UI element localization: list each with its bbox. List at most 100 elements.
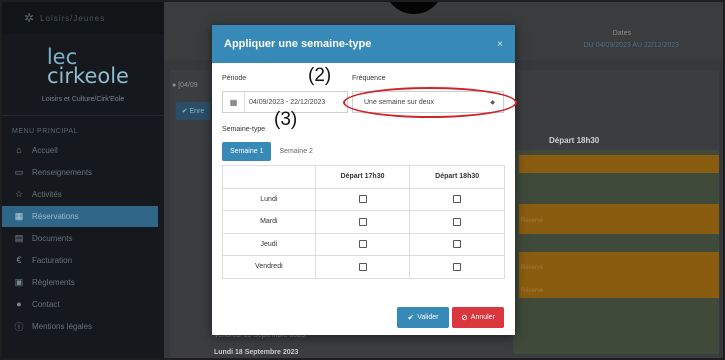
decorative-circle <box>384 2 444 14</box>
reserved-band: Réservé Réservé <box>519 252 719 298</box>
save-button[interactable]: ✔ Enre <box>176 102 210 120</box>
cell <box>409 232 505 256</box>
payment-icon: ▣ <box>14 276 24 287</box>
cell <box>409 187 505 211</box>
folder-icon: ▭ <box>14 166 24 177</box>
cancel-button[interactable]: ⊘ Annuler <box>452 307 504 328</box>
day-label: Lundi 18 Septembre 2023 <box>214 349 299 356</box>
check-icon: ✔ <box>181 108 188 115</box>
period-input[interactable] <box>245 98 345 106</box>
info-icon: ● <box>172 82 177 89</box>
checkbox-vendredi-17h30[interactable] <box>358 262 367 271</box>
annotation-ellipse <box>343 87 517 118</box>
reserved-label: Réservé <box>521 218 544 224</box>
sidebar-top-bar: ✲ Loisirs/Jeunes <box>2 2 164 34</box>
sidebar-item-label: Contact <box>32 299 60 309</box>
reserved-band: Réservé <box>519 204 719 234</box>
modal-title: Appliquer une semaine-type <box>224 38 372 50</box>
frequency-label: Fréquence <box>352 75 386 82</box>
sidebar-item-label: Réservations <box>32 211 79 221</box>
row-day-label: Mardi <box>222 210 316 234</box>
reserved-label: Réservé <box>521 288 544 294</box>
week-tabs: Semaine 1 Semaine 2 <box>222 142 321 161</box>
menu-title: MENU PRINCIPAL <box>12 127 78 135</box>
cell <box>314 232 411 256</box>
cell <box>314 187 411 211</box>
close-icon[interactable]: × <box>497 39 503 50</box>
sidebar-top-label: Loisirs/Jeunes <box>40 13 106 23</box>
modal-header: Appliquer une semaine-type × <box>212 25 515 63</box>
row-day-label: Vendredi <box>222 255 316 279</box>
sidebar-item-renseignements[interactable]: ▭ Renseignements <box>2 162 158 183</box>
sidebar-item-label: Facturation <box>32 255 73 265</box>
sidebar-item-mentions-legales[interactable]: ⓘ Mentions légales <box>2 316 158 337</box>
sidebar-item-label: Activités <box>32 189 62 199</box>
table-row: Mardi <box>222 210 505 234</box>
table-row: Jeudi <box>222 232 505 256</box>
checkbox-lundi-18h30[interactable] <box>453 195 462 204</box>
document-icon: ▤ <box>14 232 24 243</box>
sidebar-item-documents[interactable]: ▤ Documents <box>2 228 158 249</box>
column-header-depart-18h30: Départ 18h30 <box>549 136 600 145</box>
sidebar-item-label: Accueil <box>32 145 58 155</box>
table-header-row: Départ 17h30 Départ 18h30 <box>222 165 505 189</box>
dates-value: DU 04/09/2023 AU 22/12/2023 <box>583 42 679 49</box>
sidebar-item-label: Documents <box>32 233 73 243</box>
sidebar-item-facturation[interactable]: € Facturation <box>2 250 158 271</box>
reserved-band <box>519 155 719 173</box>
info-icon: ⓘ <box>14 321 24 332</box>
period-info-value: [04/09 <box>178 82 198 89</box>
annotation-label-2: (2) <box>308 65 332 86</box>
logo[interactable]: lec cirkeole <box>2 47 164 88</box>
week-type-label: Semaine-type <box>222 126 266 133</box>
save-button-label: Enre <box>189 107 205 115</box>
sidebar-item-accueil[interactable]: ⌂ Accueil <box>2 140 158 161</box>
annotation-label-3: (3) <box>274 109 298 130</box>
column-header: Départ 17h30 <box>314 165 411 189</box>
cell <box>314 255 411 279</box>
cell <box>314 210 411 234</box>
row-day-label: Lundi <box>222 187 316 211</box>
sidebar-item-reservations[interactable]: ▦ Réservations <box>2 205 158 227</box>
table-row: Vendredi <box>222 255 505 279</box>
sidebar-item-label: Règlements <box>32 277 75 287</box>
sidebar-item-activites[interactable]: ☆ Activités <box>2 184 158 205</box>
period-label: Période <box>222 75 247 82</box>
check-icon: ✔ <box>407 313 415 322</box>
tab-semaine-1[interactable]: Semaine 1 <box>222 142 272 161</box>
cell <box>409 210 505 234</box>
table-header-empty <box>222 165 316 189</box>
sidebar-item-reglements[interactable]: ▣ Règlements <box>2 272 158 293</box>
euro-icon: € <box>16 255 22 266</box>
checkbox-jeudi-18h30[interactable] <box>453 240 462 249</box>
sidebar-item-label: Mentions légales <box>32 321 93 331</box>
dates-title: Dates <box>612 30 631 37</box>
logo-line-2: cirkeole <box>47 63 129 88</box>
period-info-text: ● [04/09 <box>172 82 198 89</box>
table-row: Lundi <box>222 187 505 211</box>
validate-button[interactable]: ✔ Valider <box>397 307 449 328</box>
row-day-label: Jeudi <box>222 232 316 256</box>
sidebar-item-label: Renseignements <box>32 167 93 177</box>
sidebar-subtitle: Loisirs et Culture/Cirk'Eole <box>41 95 125 103</box>
cell <box>409 255 505 279</box>
sidebar: ✲ Loisirs/Jeunes lec cirkeole Loisirs et… <box>2 2 164 358</box>
chat-icon: ● <box>16 299 22 310</box>
checkbox-lundi-17h30[interactable] <box>358 195 367 204</box>
tab-semaine-2[interactable]: Semaine 2 <box>271 142 320 161</box>
cancel-icon: ⊘ <box>461 313 468 322</box>
checkbox-mardi-18h30[interactable] <box>453 217 462 226</box>
checkbox-vendredi-18h30[interactable] <box>453 262 462 271</box>
week-schedule-table: Départ 17h30 Départ 18h30 Lundi Mardi Je… <box>222 165 505 279</box>
calendar-icon: ▦ <box>223 92 245 112</box>
sidebar-item-contact[interactable]: ● Contact <box>2 294 158 315</box>
home-icon: ⌂ <box>16 145 22 156</box>
users-icon: ✲ <box>24 11 35 25</box>
column-header: Départ 18h30 <box>409 165 505 189</box>
apply-week-type-modal: Appliquer une semaine-type × Période Fré… <box>212 25 517 335</box>
checkbox-mardi-17h30[interactable] <box>358 217 367 226</box>
checkbox-jeudi-17h30[interactable] <box>358 240 367 249</box>
cancel-button-label: Annuler <box>470 314 495 321</box>
star-icon: ☆ <box>14 188 24 199</box>
calendar-icon: ▦ <box>14 210 24 221</box>
